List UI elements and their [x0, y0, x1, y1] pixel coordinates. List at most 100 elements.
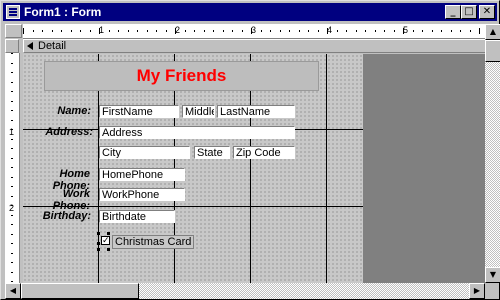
ruler-tick — [42, 30, 43, 32]
ruler-tick — [11, 53, 13, 54]
ruler-tick — [11, 120, 13, 121]
ruler-tick — [11, 158, 13, 159]
ruler-tick — [128, 30, 129, 32]
home-phone-field[interactable]: HomePhone — [99, 168, 185, 181]
ruler-tick — [11, 177, 13, 178]
window-title: Form1 : Form — [24, 5, 102, 19]
ruler-tick — [460, 30, 461, 32]
ruler-tick — [156, 30, 157, 32]
ruler-tick — [470, 30, 471, 32]
ruler-tick — [11, 253, 13, 254]
ruler-tick — [337, 30, 338, 32]
ruler-tick — [80, 30, 81, 32]
form-title-label[interactable]: My Friends — [44, 61, 319, 91]
ruler-tick — [213, 30, 214, 32]
ruler-tick — [451, 30, 452, 32]
ruler-tick — [90, 30, 91, 32]
ruler-tick — [11, 110, 13, 111]
ruler-tick — [11, 215, 13, 216]
minimize-button[interactable]: _ — [445, 5, 461, 19]
ruler-tick — [194, 30, 195, 32]
close-button[interactable]: ✕ — [479, 5, 495, 19]
zip-code-field[interactable]: Zip Code — [233, 146, 295, 159]
ruler-tick — [11, 82, 13, 83]
ruler-tick — [11, 224, 13, 225]
section-label: Detail — [38, 40, 67, 52]
form-selector[interactable] — [5, 24, 22, 38]
ruler-tick — [346, 30, 347, 32]
address-label[interactable]: Address: — [25, 126, 93, 138]
scroll-left-button[interactable]: ◀ — [5, 283, 21, 299]
maximize-button[interactable]: □ — [461, 5, 477, 19]
form-detail-canvas[interactable]: My Friends Name: FirstName Middle LastNa… — [23, 54, 363, 283]
ruler-tick — [11, 272, 13, 273]
ruler-tick — [11, 234, 13, 235]
ruler-tick — [251, 28, 252, 34]
ruler-tick — [432, 30, 433, 32]
ruler-tick — [242, 30, 243, 32]
ruler-tick — [289, 30, 290, 32]
form-icon[interactable] — [6, 5, 20, 19]
ruler-tick — [11, 167, 13, 168]
ruler-tick — [11, 205, 13, 206]
ruler-tick — [109, 30, 110, 32]
selection-handle[interactable] — [107, 248, 110, 251]
ruler-tick — [11, 72, 13, 73]
ruler-tick — [280, 30, 281, 32]
ruler-tick — [479, 28, 480, 34]
birthday-label[interactable]: Birthday: — [29, 210, 91, 222]
form-title-text: My Friends — [136, 66, 227, 85]
horizontal-scrollbar[interactable]: ◀ ▶ — [5, 283, 485, 299]
ruler-tick — [11, 186, 13, 187]
work-phone-label[interactable]: Work Phone: — [24, 188, 90, 212]
ruler-tick — [33, 30, 34, 32]
horizontal-scroll-thumb[interactable] — [21, 283, 139, 299]
ruler-tick — [403, 28, 404, 34]
name-label[interactable]: Name: — [29, 105, 91, 117]
ruler-tick — [232, 30, 233, 32]
ruler-tick — [52, 30, 53, 32]
ruler-tick — [356, 30, 357, 32]
city-field[interactable]: City — [99, 146, 190, 159]
vertical-scroll-thumb[interactable] — [485, 40, 500, 62]
work-phone-field[interactable]: WorkPhone — [99, 188, 185, 201]
birthdate-field[interactable]: Birthdate — [99, 210, 175, 223]
ruler-tick — [71, 30, 72, 32]
grid-line — [326, 54, 327, 283]
ruler-tick — [308, 30, 309, 32]
ruler-tick — [204, 30, 205, 32]
ruler-tick — [118, 30, 119, 32]
detail-section-bar[interactable]: Detail — [23, 39, 491, 53]
title-bar[interactable]: Form1 : Form _ □ ✕ — [3, 3, 497, 21]
scroll-right-button[interactable]: ▶ — [469, 283, 485, 299]
christmas-card-checkbox[interactable]: ✓ — [101, 236, 110, 245]
vertical-scrollbar[interactable]: ▲ ▼ — [485, 24, 500, 283]
vertical-scroll-track[interactable] — [485, 40, 500, 267]
last-name-field[interactable]: LastName — [217, 105, 295, 118]
selection-handle[interactable] — [97, 232, 100, 235]
first-name-field[interactable]: FirstName — [99, 105, 179, 118]
scroll-up-button[interactable]: ▲ — [485, 24, 500, 40]
horizontal-ruler: 1 2 3 4 5 — [23, 24, 491, 39]
section-selector[interactable] — [5, 39, 19, 53]
selection-handle[interactable] — [97, 242, 100, 245]
christmas-card-label[interactable]: Christmas Card — [112, 235, 195, 249]
ruler-tick — [270, 30, 271, 32]
vertical-ruler: 1 2 — [5, 53, 20, 283]
middle-field[interactable]: Middle — [182, 105, 215, 118]
ruler-tick — [166, 30, 167, 32]
ruler-tick — [327, 28, 328, 34]
scroll-down-button[interactable]: ▼ — [485, 267, 500, 283]
address-field[interactable]: Address — [99, 126, 295, 139]
selection-handle[interactable] — [97, 248, 100, 251]
ruler-tick — [11, 63, 13, 64]
ruler-tick — [11, 139, 13, 140]
ruler-tick — [422, 30, 423, 32]
state-field[interactable]: State — [194, 146, 230, 159]
ruler-tick — [384, 30, 385, 32]
ruler-tick — [365, 30, 366, 32]
ruler-tick — [11, 91, 13, 92]
ruler-tick — [375, 30, 376, 32]
ruler-tick — [223, 30, 224, 32]
ruler-tick — [147, 30, 148, 32]
